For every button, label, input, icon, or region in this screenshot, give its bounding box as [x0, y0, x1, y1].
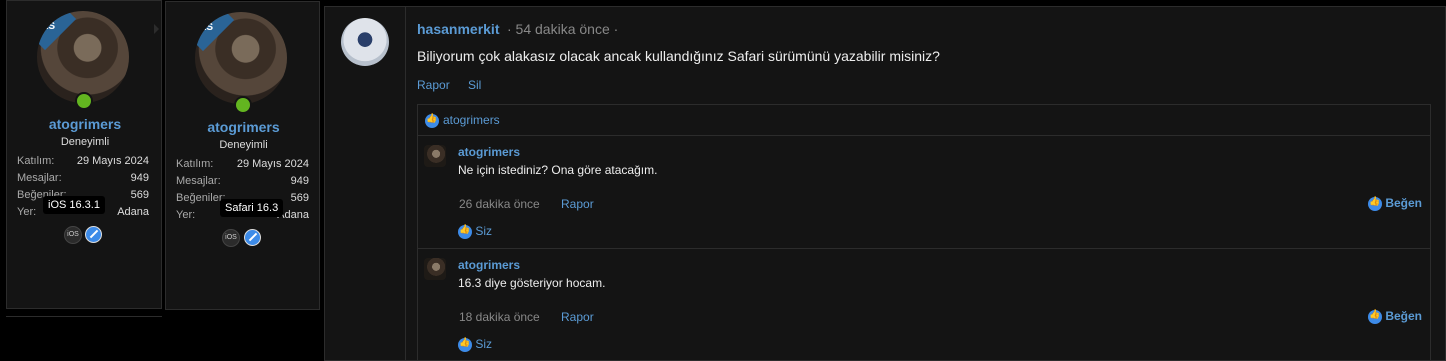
browser-tooltip: Safari 16.3 [220, 199, 284, 217]
username-link[interactable]: atogrimers [166, 119, 321, 135]
reply-avatar[interactable] [424, 258, 446, 280]
like-label: Beğen [1385, 309, 1422, 323]
ios-icon[interactable]: iOS [64, 226, 82, 244]
post-author[interactable]: hasanmerkit [417, 21, 499, 37]
online-status-icon [234, 96, 252, 114]
safari-icon[interactable] [85, 226, 102, 243]
reply-report-link[interactable]: Rapor [561, 197, 594, 211]
user-card-1: KS atogrimers Deneyimli Katılım: 29 Mayı… [6, 0, 162, 309]
ks-badge: KS [41, 20, 56, 32]
safari-icon[interactable] [244, 229, 261, 246]
reactions-user[interactable]: Siz [475, 337, 492, 351]
online-status-icon [75, 92, 93, 110]
stat-label: Mesajlar: [176, 175, 221, 187]
user-card-2: KS atogrimers Deneyimli Katılım: 29 Mayı… [165, 1, 320, 310]
reply-reactions: Siz [458, 224, 492, 239]
post-time[interactable]: · 54 dakika önce · [507, 21, 618, 37]
user-title: Deneyimli [219, 139, 268, 151]
reactions-bar: atogrimers [417, 104, 1431, 136]
reply-2: atogrimers 16.3 diye gösteriyor hocam. 1… [417, 248, 1431, 361]
post-left-divider [405, 6, 406, 361]
reactions-user[interactable]: Siz [475, 224, 492, 238]
divider [6, 316, 162, 317]
os-tooltip: iOS 16.3.1 [43, 196, 105, 214]
stat-label: Katılım: [17, 155, 55, 167]
post-avatar[interactable] [341, 18, 389, 66]
avatar[interactable]: KS [37, 11, 129, 103]
card-arrow [154, 24, 159, 34]
reply-report-link[interactable]: Rapor [561, 310, 594, 324]
stat-value: Adana [117, 206, 149, 218]
post-body: Biliyorum çok alakasız olacak ancak kull… [417, 48, 940, 64]
report-link[interactable]: Rapor [417, 78, 450, 92]
ks-badge: KS [199, 21, 214, 33]
like-icon [458, 224, 472, 239]
reply-author[interactable]: atogrimers [458, 258, 520, 272]
reactions-user[interactable]: atogrimers [443, 113, 500, 127]
like-icon [1367, 309, 1382, 324]
user-title: Deneyimli [60, 136, 110, 148]
reply-1: atogrimers Ne için istediniz? Ona göre a… [417, 135, 1431, 249]
stat-value: 569 [290, 192, 309, 204]
reply-author[interactable]: atogrimers [458, 145, 520, 159]
stat-label: Mesajlar: [17, 172, 62, 184]
reply-time[interactable]: 26 dakika önce [459, 197, 540, 211]
like-icon [458, 337, 472, 352]
stat-label: Katılım: [176, 158, 214, 170]
like-icon [425, 113, 439, 128]
reply-body: Ne için istediniz? Ona göre atacağım. [458, 163, 658, 177]
reply-time[interactable]: 18 dakika önce [459, 310, 540, 324]
ios-icon[interactable]: iOS [222, 229, 240, 247]
reply-avatar[interactable] [424, 145, 446, 167]
stat-label: Yer: [17, 206, 37, 218]
reply-reactions: Siz [458, 337, 492, 352]
stat-value: 949 [130, 172, 149, 184]
reply-body: 16.3 diye gösteriyor hocam. [458, 276, 606, 290]
like-button[interactable]: Beğen [1367, 309, 1422, 324]
stat-label: Yer: [176, 209, 196, 221]
like-label: Beğen [1385, 196, 1422, 210]
delete-link[interactable]: Sil [468, 78, 481, 92]
stat-value: 29 Mayıs 2024 [76, 155, 149, 167]
username-link[interactable]: atogrimers [7, 116, 163, 132]
stat-value: 29 Mayıs 2024 [236, 158, 309, 170]
stat-value: 949 [290, 175, 309, 187]
avatar[interactable]: KS [195, 12, 287, 104]
like-icon [1367, 196, 1382, 211]
stat-label: Beğeniler: [176, 192, 226, 204]
stat-value: 569 [130, 189, 149, 201]
like-button[interactable]: Beğen [1367, 196, 1422, 211]
